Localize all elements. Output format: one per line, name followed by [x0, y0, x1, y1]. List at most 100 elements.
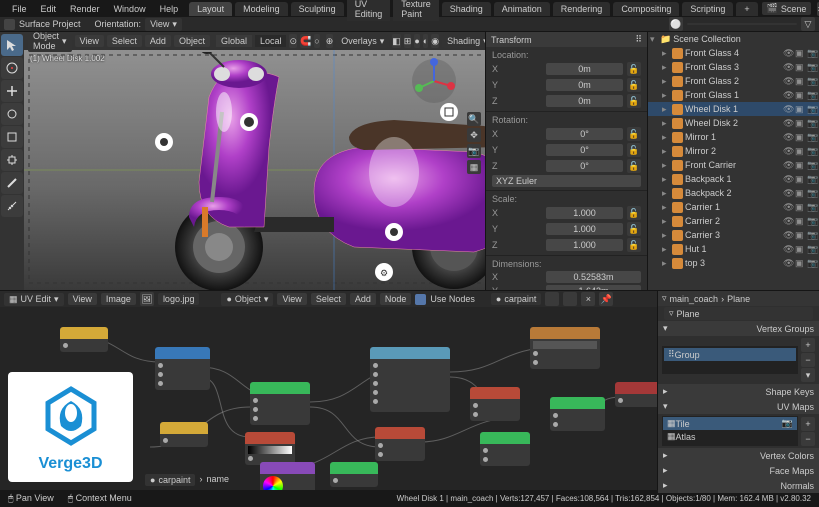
- render-icon[interactable]: 📷: [807, 146, 817, 156]
- select-icon[interactable]: ▣: [795, 146, 805, 156]
- tab-texturepaint[interactable]: Texture Paint: [393, 0, 439, 21]
- outliner-item[interactable]: ▸Wheel Disk 2👁▣📷: [648, 116, 819, 130]
- shader-mat-crumb[interactable]: ● carpaint: [145, 474, 195, 486]
- expand-icon[interactable]: ▸: [662, 76, 670, 87]
- select-icon[interactable]: ▣: [795, 62, 805, 72]
- pivot-icon[interactable]: ⊙: [289, 34, 297, 48]
- tab-scripting[interactable]: Scripting: [682, 2, 733, 16]
- tool-rotate[interactable]: [1, 103, 23, 125]
- mat-new-icon[interactable]: [563, 292, 577, 306]
- mat-del-icon[interactable]: ×: [581, 292, 595, 306]
- outliner-item[interactable]: ▸top 3👁▣📷: [648, 256, 819, 270]
- expand-icon[interactable]: ▸: [662, 118, 670, 129]
- eye-icon[interactable]: 👁: [783, 188, 793, 198]
- expand-icon[interactable]: ▸: [662, 216, 670, 227]
- lock-icon[interactable]: 🔓: [627, 143, 641, 157]
- select-icon[interactable]: ▣: [795, 216, 805, 226]
- outliner-item[interactable]: ▸Carrier 2👁▣📷: [648, 214, 819, 228]
- lock-icon[interactable]: 🔓: [627, 62, 641, 76]
- node-colorramp[interactable]: [245, 432, 295, 465]
- xray-icon[interactable]: ◧: [392, 34, 401, 48]
- vertexgroups-header[interactable]: ▾ Vertex Groups: [658, 321, 819, 336]
- menu-window[interactable]: Window: [108, 2, 152, 16]
- mat-browse-icon[interactable]: [545, 292, 559, 306]
- outliner-item[interactable]: ▸Mirror 1👁▣📷: [648, 130, 819, 144]
- select-icon[interactable]: ▣: [795, 118, 805, 128]
- menu-help[interactable]: Help: [154, 2, 185, 16]
- gizmo-icon[interactable]: ⊕: [326, 34, 334, 48]
- lock-icon[interactable]: 🔓: [627, 159, 641, 173]
- loc-z[interactable]: 0m: [546, 95, 623, 107]
- proportional-icon[interactable]: ○: [314, 34, 319, 48]
- outliner-item[interactable]: ▸Wheel Disk 1👁▣📷: [648, 102, 819, 116]
- node-bump[interactable]: [480, 432, 530, 466]
- usenodes-checkbox[interactable]: [415, 294, 426, 305]
- render-icon[interactable]: 📷: [807, 230, 817, 240]
- lock-icon[interactable]: 🔓: [627, 222, 641, 236]
- tab-modeling[interactable]: Modeling: [235, 2, 288, 16]
- expand-icon[interactable]: ▸: [662, 160, 670, 171]
- crumb-obj[interactable]: main_coach: [670, 294, 719, 304]
- surface-project-checkbox[interactable]: [4, 19, 15, 30]
- render-icon[interactable]: 📷: [807, 118, 817, 128]
- tool-scale[interactable]: [1, 126, 23, 148]
- orientation-dropdown[interactable]: View▾: [145, 18, 182, 31]
- select-icon[interactable]: ▣: [795, 104, 805, 114]
- lock-icon[interactable]: 🔓: [627, 94, 641, 108]
- render-icon[interactable]: 📷: [807, 76, 817, 86]
- tab-uvediting[interactable]: UV Editing: [347, 0, 391, 21]
- node-image[interactable]: [530, 327, 600, 369]
- select-icon[interactable]: ▣: [795, 202, 805, 212]
- menu-add[interactable]: Add: [145, 35, 171, 47]
- outliner-item[interactable]: ▸Front Glass 4👁▣📷: [648, 46, 819, 60]
- scl-y[interactable]: 1.000: [546, 223, 623, 235]
- zoom-icon[interactable]: 🔍: [467, 112, 481, 126]
- overlays-dropdown[interactable]: Overlays▾: [336, 35, 389, 48]
- select-icon[interactable]: ▣: [795, 188, 805, 198]
- shading-matcap-icon[interactable]: ◐: [423, 34, 428, 48]
- select-icon[interactable]: ▣: [795, 76, 805, 86]
- render-icon[interactable]: 📷: [807, 62, 817, 72]
- expand-icon[interactable]: ▸: [662, 146, 670, 157]
- render-icon[interactable]: 📷: [807, 104, 817, 114]
- eye-icon[interactable]: 👁: [783, 202, 793, 212]
- uv-editor-dropdown[interactable]: ▦ UV Edit▾: [4, 293, 64, 306]
- select-icon[interactable]: ▣: [795, 230, 805, 240]
- rot-y[interactable]: 0°: [546, 144, 623, 156]
- node-texcoord[interactable]: [155, 347, 210, 390]
- eye-icon[interactable]: 👁: [783, 160, 793, 170]
- select-icon[interactable]: ▣: [795, 132, 805, 142]
- vertexcolors-header[interactable]: ▸ Vertex Colors: [658, 448, 819, 463]
- camera-icon[interactable]: 📷: [467, 144, 481, 158]
- eye-icon[interactable]: 👁: [783, 230, 793, 240]
- uv-remove-button[interactable]: −: [801, 432, 815, 446]
- tool-cursor[interactable]: [1, 57, 23, 79]
- shader-add[interactable]: Add: [350, 293, 376, 305]
- node-principled[interactable]: [370, 347, 450, 412]
- loc-y[interactable]: 0m: [546, 79, 623, 91]
- node-normal[interactable]: [330, 462, 378, 487]
- node-output[interactable]: [615, 382, 657, 407]
- rot-x[interactable]: 0°: [546, 128, 623, 140]
- lock-icon[interactable]: 🔓: [627, 206, 641, 220]
- select-icon[interactable]: ▣: [795, 258, 805, 268]
- menu-file[interactable]: File: [6, 2, 33, 16]
- outliner-item[interactable]: ▸Front Glass 1👁▣📷: [648, 88, 819, 102]
- outliner-item[interactable]: ▸Mirror 2👁▣📷: [648, 144, 819, 158]
- node-editor[interactable]: Verge3D: [0, 307, 657, 490]
- expand-icon[interactable]: ▸: [662, 258, 670, 269]
- uv-add-button[interactable]: +: [801, 417, 815, 431]
- menu-select[interactable]: Select: [107, 35, 142, 47]
- expand-icon[interactable]: ▸: [662, 188, 670, 199]
- mode-dropdown[interactable]: Object Mode▾: [28, 32, 72, 52]
- image-icon[interactable]: 🖼: [140, 292, 154, 306]
- select-icon[interactable]: ▣: [795, 174, 805, 184]
- node-mix2[interactable]: [470, 387, 520, 421]
- material-slot[interactable]: ● carpaint: [491, 293, 541, 305]
- shading-wire-icon[interactable]: ⊞: [404, 34, 412, 48]
- eye-icon[interactable]: 👁: [783, 104, 793, 114]
- tab-layout[interactable]: Layout: [189, 2, 232, 16]
- eye-icon[interactable]: 👁: [783, 244, 793, 254]
- snap-icon[interactable]: 🧲: [300, 34, 311, 48]
- shading-dropdown[interactable]: Shading▾: [442, 35, 485, 48]
